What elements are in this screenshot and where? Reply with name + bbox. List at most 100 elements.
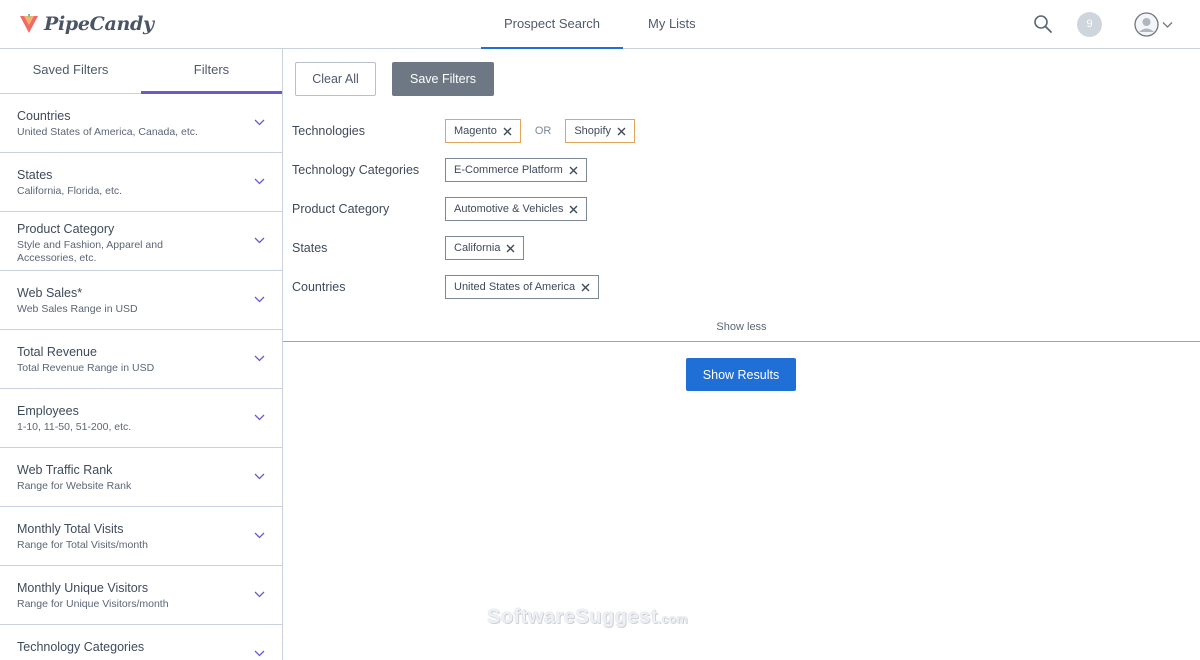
filter-countries[interactable]: Countries United States of America, Cana… [0,94,282,153]
applied-filter-row: States California [292,236,1172,275]
clear-all-button[interactable]: Clear All [295,62,376,96]
chip-group: United States of America [445,275,600,299]
chip-group: E-Commerce Platform [445,158,587,182]
chevron-down-icon [254,473,265,480]
filter-title: Technology Categories [17,640,145,654]
logo-text: PipeCandy [44,13,154,35]
tab-my-lists[interactable]: My Lists [623,0,721,49]
show-results-button[interactable]: Show Results [686,358,796,391]
tab-saved-filters[interactable]: Saved Filters [0,49,141,94]
chevron-down-icon [254,296,265,303]
chip-label: Magento [454,125,497,137]
filter-web-sales[interactable]: Web Sales* Web Sales Range in USD [0,271,282,330]
chip-group: Magento OR Shopify [445,119,636,143]
filter-chip: Shopify [565,119,636,143]
filter-title: Web Traffic Rank [17,463,113,477]
filter-subtitle: Range for Unique Visitors/month [17,598,169,610]
chevron-down-icon [254,178,265,185]
filter-chip: California [445,236,525,260]
applied-filter-label: Countries [292,280,346,294]
close-icon[interactable] [503,127,512,136]
filter-subtitle: California, Florida, etc. [17,185,123,197]
chevron-down-icon [254,414,265,421]
applied-filter-row: Technologies Magento OR Shopify [292,119,1172,158]
filter-chip: Magento [445,119,521,143]
filter-title: Countries [17,109,71,123]
chevron-down-icon [254,650,265,657]
user-avatar-icon [1134,12,1159,37]
filters-sidebar: Saved Filters Filters Countries United S… [0,49,283,660]
close-icon[interactable] [569,205,578,214]
watermark: SoftwareSuggest.com [487,606,688,629]
candy-logo-icon [20,14,38,33]
filter-title: Product Category [17,222,115,236]
filter-chip: United States of America [445,275,600,299]
chip-label: United States of America [454,281,576,293]
close-icon[interactable] [569,166,578,175]
watermark-text: SoftwareSuggest [487,606,658,628]
filter-employees[interactable]: Employees 1-10, 11-50, 51-200, etc. [0,389,282,448]
user-menu[interactable] [1134,12,1176,37]
top-bar: PipeCandy Prospect Search My Lists 9 [0,0,1200,49]
applied-filters: Technologies Magento OR Shopify Technolo… [292,119,1172,314]
applied-filter-label: Product Category [292,202,390,216]
chevron-down-icon [254,119,265,126]
filter-monthly-total-visits[interactable]: Monthly Total Visits Range for Total Vis… [0,507,282,566]
applied-filter-label: Technologies [292,124,365,138]
filter-total-revenue[interactable]: Total Revenue Total Revenue Range in USD [0,330,282,389]
filter-title: Employees [17,404,79,418]
main-nav: Prospect Search My Lists [481,0,721,49]
pipecandy-logo[interactable]: PipeCandy [18,10,154,38]
filter-list: Countries United States of America, Cana… [0,94,282,660]
filter-title: States [17,168,53,182]
filter-title: Monthly Unique Visitors [17,581,149,595]
chevron-down-icon [1162,21,1173,28]
applied-filter-label: States [292,241,328,255]
tab-filters[interactable]: Filters [141,49,282,94]
filter-chip: E-Commerce Platform [445,158,587,182]
filter-title: Web Sales* [17,286,83,300]
prospect-search-main: Clear All Save Filters Technologies Mage… [283,49,1200,660]
chip-label: California [454,242,501,254]
filter-subtitle: Style and Fashion, Apparel and Accessori… [17,239,163,264]
notification-badge[interactable]: 9 [1077,12,1102,37]
filter-title: Total Revenue [17,345,97,359]
filter-subtitle: Range for Website Rank [17,480,132,492]
chevron-down-icon [254,591,265,598]
watermark-suffix: .com [657,612,688,626]
applied-filter-row: Technology Categories E-Commerce Platfor… [292,158,1172,197]
chevron-down-icon [254,237,265,244]
search-icon[interactable] [1033,14,1053,34]
show-less-link[interactable]: Show less [283,321,1200,333]
filter-subtitle: Web Sales Range in USD [17,303,138,315]
divider [283,341,1200,342]
chip-group: Automotive & Vehicles [445,197,588,221]
close-icon[interactable] [581,283,590,292]
close-icon[interactable] [617,127,626,136]
filter-web-traffic-rank[interactable]: Web Traffic Rank Range for Website Rank [0,448,282,507]
filter-subtitle: Range for Total Visits/month [17,539,148,551]
filter-product-category[interactable]: Product Category Style and Fashion, Appa… [0,212,282,271]
applied-filter-row: Product Category Automotive & Vehicles [292,197,1172,236]
filter-technology-categories[interactable]: Technology Categories [0,625,282,660]
filter-subtitle: United States of America, Canada, etc. [17,126,198,138]
filter-subtitle: Total Revenue Range in USD [17,362,155,374]
tab-prospect-search[interactable]: Prospect Search [481,0,623,49]
filter-title: Monthly Total Visits [17,522,124,536]
filter-subtitle: 1-10, 11-50, 51-200, etc. [17,421,132,433]
chip-label: Shopify [574,125,612,137]
chevron-down-icon [254,355,265,362]
filter-states[interactable]: States California, Florida, etc. [0,153,282,212]
applied-filter-row: Countries United States of America [292,275,1172,314]
sidebar-tabs: Saved Filters Filters [0,49,282,94]
chip-group: California [445,236,525,260]
filter-chip: Automotive & Vehicles [445,197,588,221]
applied-filter-label: Technology Categories [292,163,420,177]
chip-label: E-Commerce Platform [454,164,563,176]
close-icon[interactable] [506,244,515,253]
or-separator: OR [534,125,552,137]
chip-label: Automotive & Vehicles [454,203,564,215]
chevron-down-icon [254,532,265,539]
save-filters-button[interactable]: Save Filters [392,62,494,96]
filter-monthly-unique-visitors[interactable]: Monthly Unique Visitors Range for Unique… [0,566,282,625]
